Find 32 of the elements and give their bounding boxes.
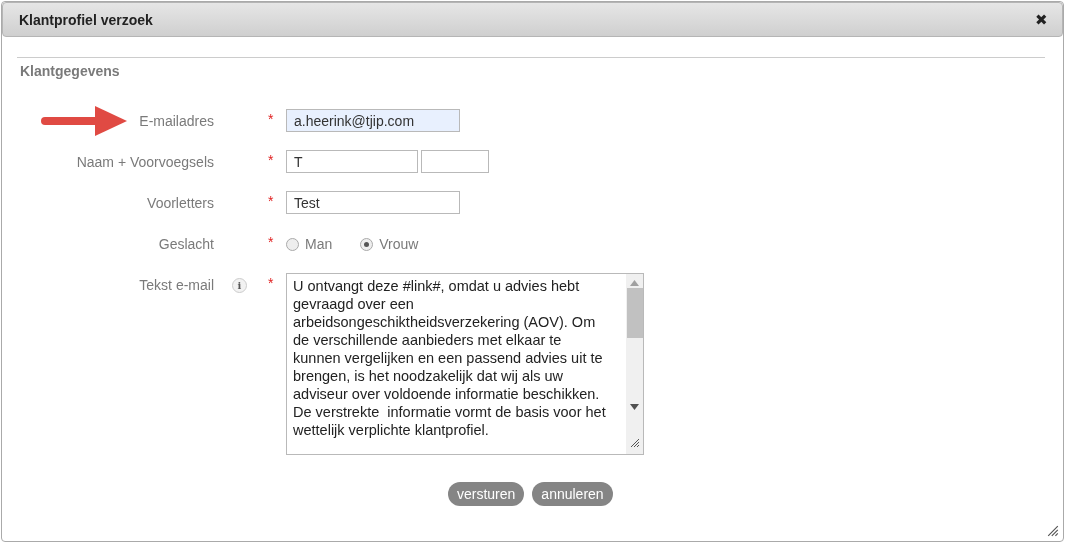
input-field[interactable]: a.heerink@tjip.com bbox=[286, 109, 460, 132]
scroll-down-icon[interactable] bbox=[630, 404, 639, 410]
section-title: Klantgegevens bbox=[20, 63, 121, 79]
scrollbar[interactable] bbox=[626, 274, 643, 454]
scroll-up-icon[interactable] bbox=[630, 280, 639, 286]
dialog-title: Klantprofiel verzoek bbox=[19, 11, 153, 28]
input-field[interactable] bbox=[421, 150, 489, 173]
field-label: Geslacht bbox=[158, 236, 214, 252]
field-label: Voorletters bbox=[147, 195, 214, 211]
required-mark: * bbox=[267, 233, 275, 252]
scroll-thumb[interactable] bbox=[626, 288, 643, 338]
dialog-button[interactable]: versturen bbox=[448, 482, 525, 506]
required-mark: * bbox=[267, 151, 275, 170]
radio-label: Vrouw bbox=[379, 236, 419, 252]
required-mark: * bbox=[267, 274, 275, 293]
text-area[interactable] bbox=[286, 273, 644, 455]
email-text: U ontvangt deze #link#, omdat u advies hebt gevraagd over een arbeidsongeschiktheidsverzekering (AOV). Om de verschillende aanbieders met elkaar te kunnen vergelijken en een passend advies uit te brengen, is het noodzakelijk dat wij als uw adviseur over voldoende informatie beschikken. De verstrekte informatie vormt de basis voor het wettelijk verplichte klantprofiel. bbox=[292, 277, 607, 440]
field-label: E-mailadres bbox=[139, 113, 214, 129]
info-icon[interactable]: i bbox=[232, 277, 247, 293]
input-field[interactable]: Test bbox=[286, 191, 460, 214]
required-mark: * bbox=[267, 110, 275, 129]
radio-label: Man bbox=[305, 236, 333, 252]
field-label: Naam + Voorvoegsels bbox=[76, 154, 214, 170]
radio-button[interactable] bbox=[286, 237, 299, 251]
resize-grip-icon bbox=[1047, 525, 1059, 537]
resize-grip-icon bbox=[629, 438, 640, 448]
dialog-button[interactable]: annuleren bbox=[532, 482, 613, 506]
close-button[interactable]: ✖ bbox=[1035, 10, 1048, 29]
field-label: Tekst e-mail bbox=[139, 277, 214, 293]
input-field[interactable]: T bbox=[286, 150, 418, 173]
radio-button[interactable] bbox=[360, 237, 374, 251]
required-mark: * bbox=[267, 192, 275, 211]
